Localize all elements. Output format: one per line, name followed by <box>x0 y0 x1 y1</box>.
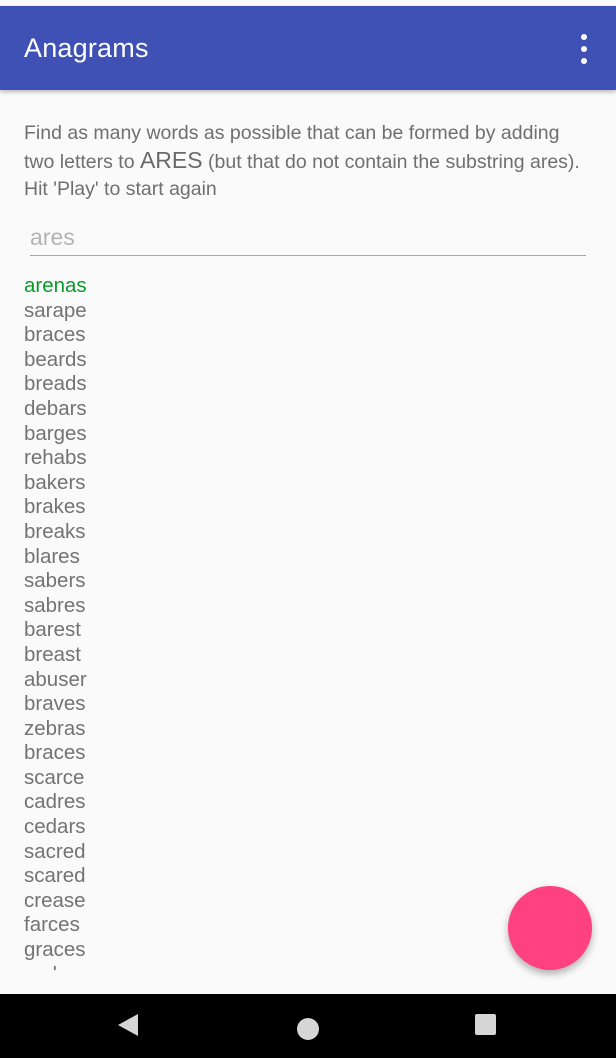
word-list-item: braces <box>24 323 86 347</box>
word-list-item: farces <box>24 913 80 937</box>
word-list-item: breads <box>24 372 87 396</box>
word-list-item: barges <box>24 421 87 445</box>
word-list-item: cedars <box>24 815 86 839</box>
word-list-item: braces <box>24 741 86 765</box>
word-list-item: arenas <box>24 274 87 297</box>
menu-dot <box>581 34 587 40</box>
word-list-item: sacred <box>24 839 86 863</box>
word-list-item: cadres <box>24 790 86 814</box>
home-icon[interactable] <box>297 1018 319 1040</box>
word-list-item: breast <box>24 642 81 666</box>
word-list-item: brakes <box>24 495 86 519</box>
word-list-item: arches <box>24 963 324 970</box>
target-word: ARES <box>139 147 203 173</box>
more-vert-icon[interactable] <box>574 34 594 64</box>
word-list-item: scarce <box>24 765 85 789</box>
word-list-item: scared <box>24 864 86 888</box>
guess-input[interactable] <box>30 220 586 256</box>
screen: Anagrams Find as many words as possible … <box>0 0 616 1058</box>
word-list-item: braves <box>24 692 86 716</box>
recents-icon[interactable] <box>475 1014 496 1035</box>
app-bar: Anagrams <box>0 6 616 90</box>
main-content: Find as many words as possible that can … <box>0 90 616 970</box>
play-fab-button[interactable] <box>508 886 592 970</box>
instructions-text: Find as many words as possible that can … <box>24 120 584 203</box>
word-list-item: debars <box>24 396 87 420</box>
menu-dot <box>581 46 587 52</box>
app-title: Anagrams <box>24 32 149 63</box>
word-list-item: barest <box>24 618 81 642</box>
back-icon[interactable] <box>118 1014 138 1036</box>
word-list-item: beards <box>24 347 87 371</box>
word-list-item: rehabs <box>24 446 87 470</box>
word-list-item: breaks <box>24 519 86 543</box>
word-list-item: graces <box>24 938 86 962</box>
word-list-item: abuser <box>24 667 87 691</box>
navigation-bar <box>0 994 616 1058</box>
word-list: arenas sarape braces beards breads debars barg… <box>24 274 324 970</box>
word-list-item: crease <box>24 888 86 912</box>
word-list-item: blares <box>24 544 80 568</box>
word-list-item: sabres <box>24 593 86 617</box>
menu-dot <box>581 58 587 64</box>
word-list-item: sarape <box>24 298 87 322</box>
word-list-item: sabers <box>24 569 86 593</box>
word-list-item: zebras <box>24 716 86 740</box>
word-list-item: bakers <box>24 470 86 494</box>
